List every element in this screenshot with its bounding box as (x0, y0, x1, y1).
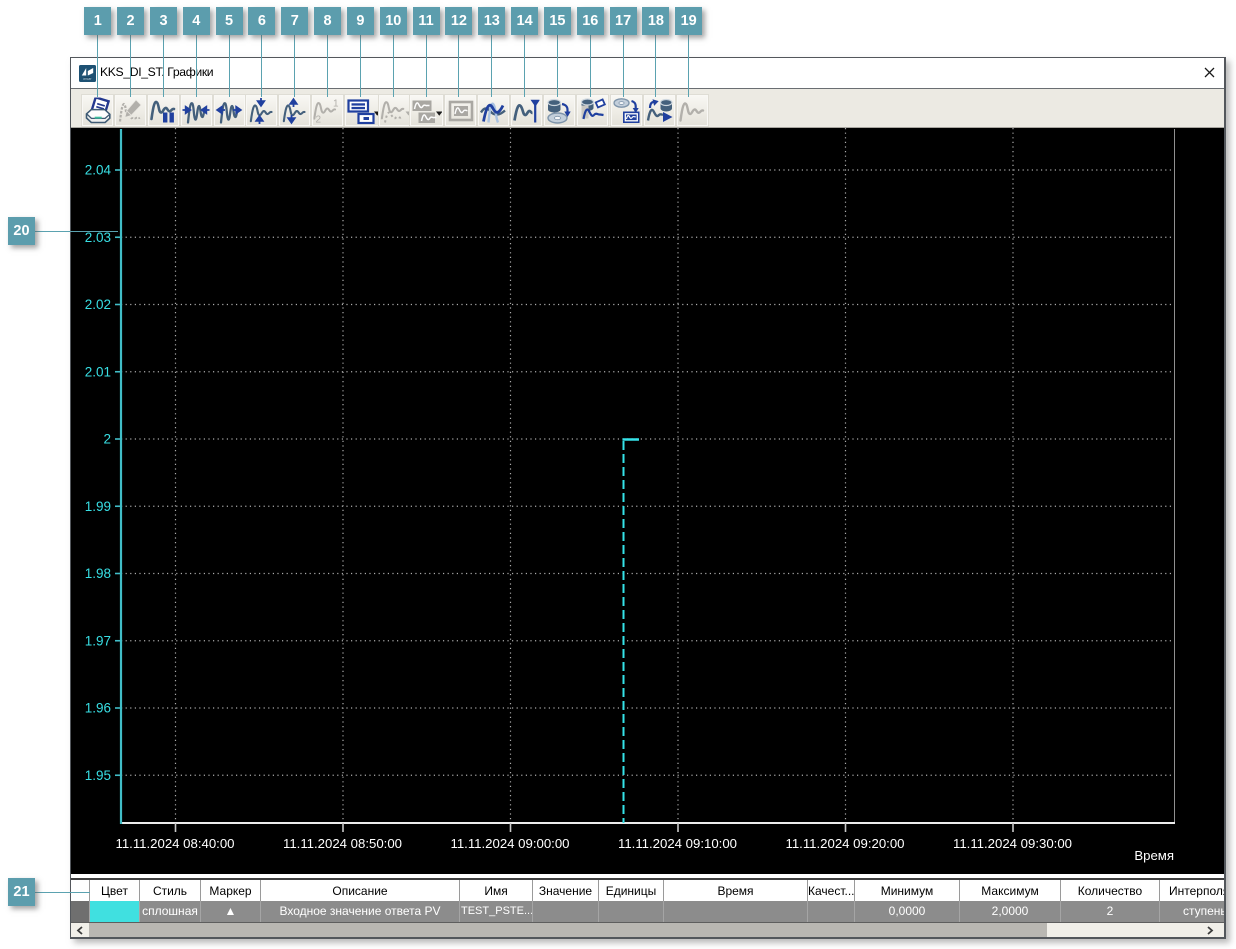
svg-text:2.01: 2.01 (85, 364, 111, 379)
svg-text:Время: Время (1134, 848, 1174, 863)
svg-text:11.11.2024 08:40:00: 11.11.2024 08:40:00 (115, 836, 234, 851)
svg-text:1.98: 1.98 (85, 566, 111, 581)
svg-text:инсат: инсат (83, 77, 92, 81)
svg-text:11.11.2024 09:00:00: 11.11.2024 09:00:00 (450, 836, 569, 851)
svg-text:11.11.2024 09:30:00: 11.11.2024 09:30:00 (953, 836, 1072, 851)
svg-text:1.99: 1.99 (85, 499, 111, 514)
svg-text:11.11.2024 09:10:00: 11.11.2024 09:10:00 (618, 836, 737, 851)
svg-text:1.95: 1.95 (85, 768, 111, 783)
svg-text:11.11.2024 09:20:00: 11.11.2024 09:20:00 (785, 836, 904, 851)
svg-text:1: 1 (333, 98, 339, 109)
svg-text:2.03: 2.03 (85, 230, 111, 245)
svg-text:2.02: 2.02 (85, 297, 111, 312)
svg-text:11.11.2024 08:50:00: 11.11.2024 08:50:00 (283, 836, 402, 851)
svg-text:1.96: 1.96 (85, 701, 111, 716)
svg-text:1.97: 1.97 (85, 633, 111, 648)
svg-text:2: 2 (103, 432, 111, 447)
svg-text:2: 2 (316, 114, 322, 124)
svg-text:2.04: 2.04 (85, 163, 112, 178)
